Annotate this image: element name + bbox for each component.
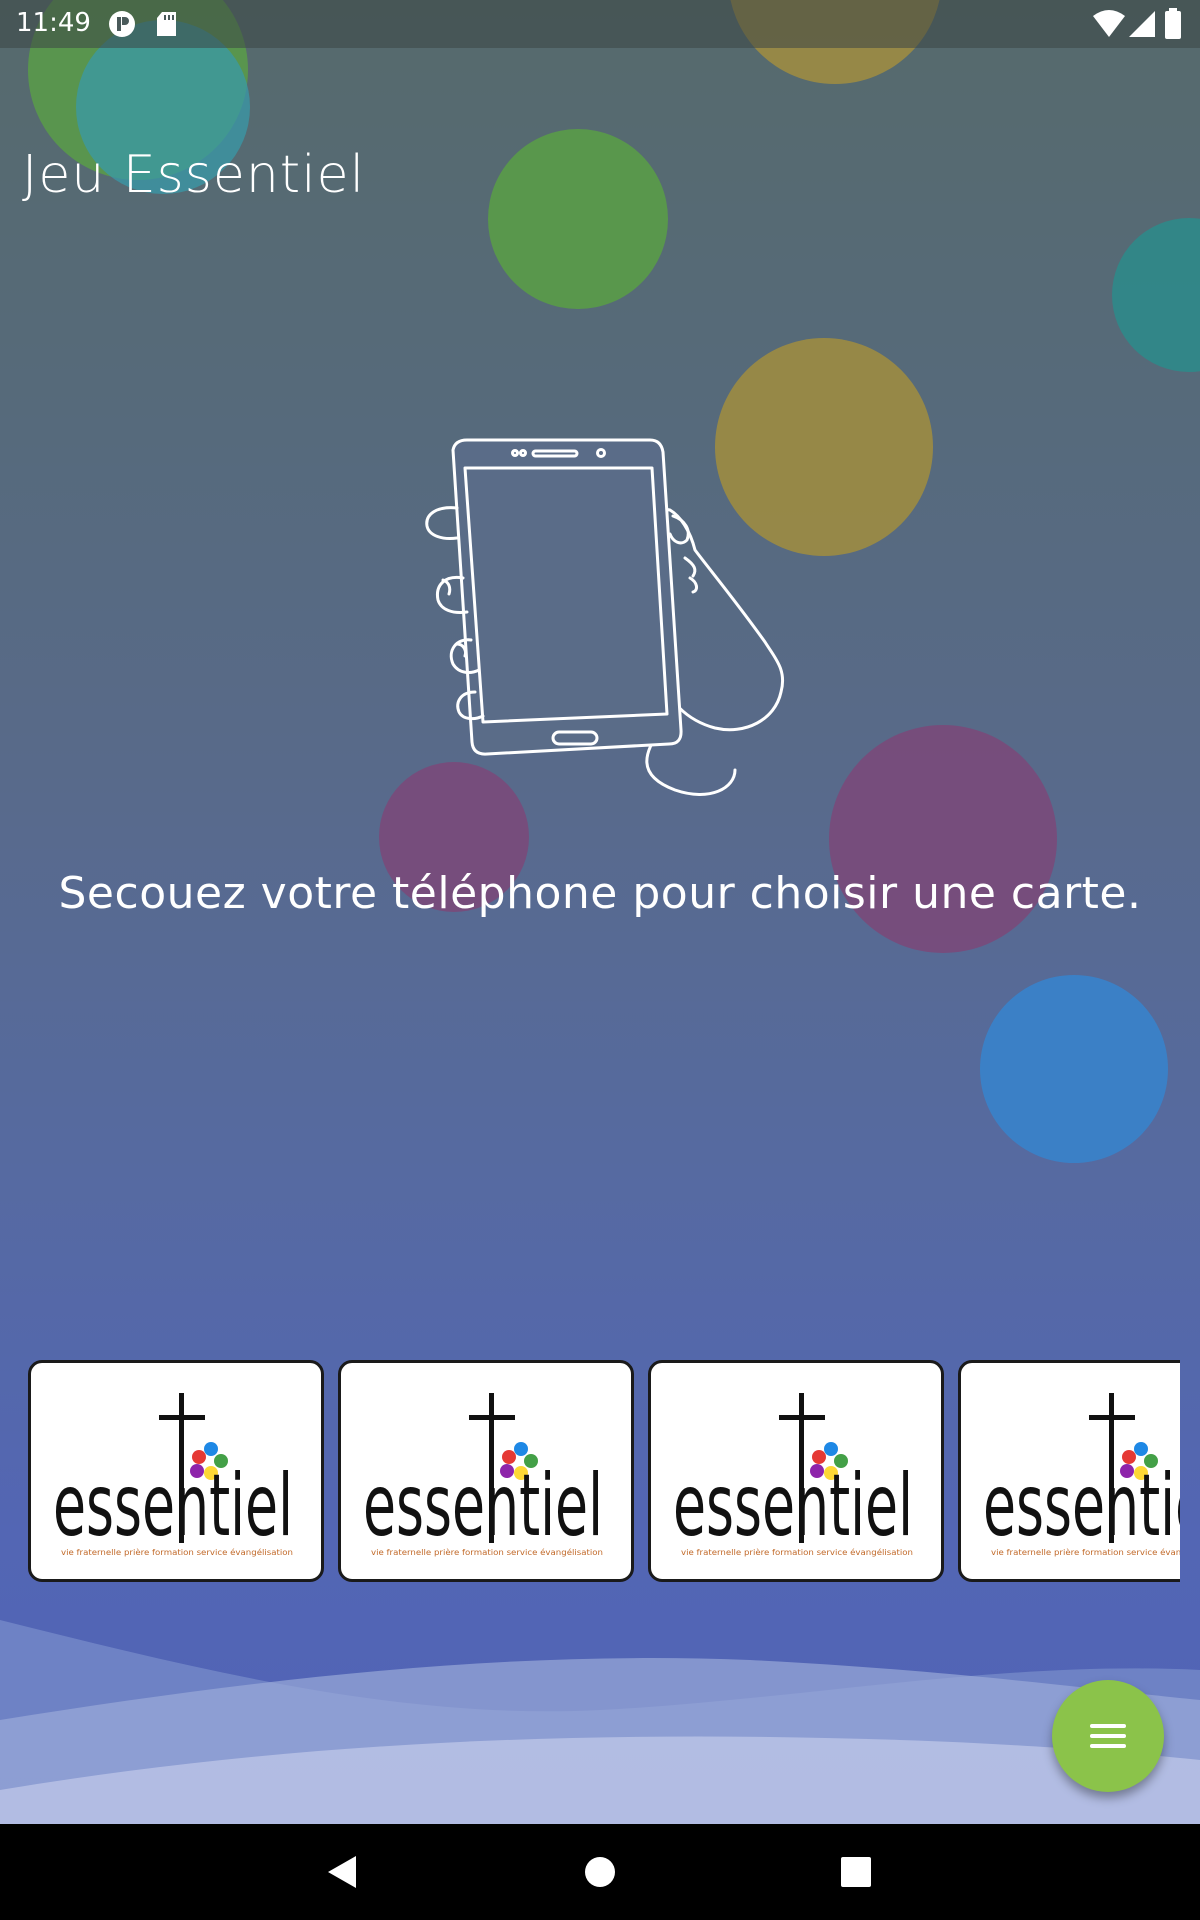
essentiel-card[interactable]: essentiel vie fraternelle prière formatio… <box>338 1360 634 1582</box>
decor-bubble <box>980 975 1168 1163</box>
recents-icon <box>841 1857 871 1887</box>
p-badge-icon <box>109 11 135 37</box>
card-carousel[interactable]: essentiel vie fraternelle prière formatio… <box>28 1360 1180 1588</box>
battery-icon <box>1165 8 1181 39</box>
menu-icon <box>1090 1744 1126 1748</box>
essentiel-card[interactable]: essentiel vie fraternelle prière formatio… <box>958 1360 1180 1582</box>
back-button[interactable] <box>282 1824 402 1920</box>
menu-fab-button[interactable] <box>1052 1680 1164 1792</box>
decor-bubble <box>488 129 668 309</box>
card-tagline: vie fraternelle prière formation service… <box>681 1547 913 1557</box>
status-time: 11:49 <box>16 8 91 38</box>
back-icon <box>328 1856 356 1888</box>
essentiel-card[interactable]: essentiel vie fraternelle prière formatio… <box>648 1360 944 1582</box>
menu-icon <box>1090 1734 1126 1738</box>
card-logo-word: essentiel <box>983 1456 1180 1556</box>
card-tagline: vie fraternelle prière formation service… <box>61 1547 293 1557</box>
hand-phone-icon <box>425 438 784 796</box>
home-button[interactable] <box>540 1824 660 1920</box>
card-tagline: vie fraternelle prière formation service… <box>371 1547 603 1557</box>
recents-button[interactable] <box>796 1824 916 1920</box>
menu-icon <box>1090 1724 1126 1728</box>
wave-decoration <box>0 1620 1200 1830</box>
essentiel-card[interactable]: essentiel vie fraternelle prière formatio… <box>28 1360 324 1582</box>
card-tagline: vie fraternelle prière formation service… <box>991 1547 1180 1557</box>
decor-bubble <box>1112 218 1200 372</box>
sd-card-icon <box>157 12 176 36</box>
status-bar: 11:49 <box>0 0 1200 48</box>
essentiel-logo: essentielvie fraternelle prière formatio… <box>983 1393 1180 1557</box>
signal-icon <box>1129 11 1155 37</box>
essentiel-logo: essentielvie fraternelle prière formatio… <box>673 1393 913 1557</box>
essentiel-logo: essentielvie fraternelle prière formatio… <box>363 1393 603 1557</box>
system-nav-bar <box>0 1824 1200 1920</box>
wifi-icon <box>1093 10 1125 37</box>
card-logo-word: essentiel <box>673 1456 913 1556</box>
app-title: Jeu Essentiel <box>22 145 366 205</box>
card-logo-word: essentiel <box>363 1456 603 1556</box>
essentiel-logo: essentielvie fraternelle prière formatio… <box>53 1393 293 1557</box>
home-icon <box>585 1857 615 1887</box>
app-screen: 11:49 Jeu Essentiel Secouez votre téléph… <box>0 0 1200 1920</box>
shake-instruction: Secouez votre téléphone pour choisir une… <box>58 868 1142 919</box>
card-logo-word: essentiel <box>53 1456 293 1556</box>
